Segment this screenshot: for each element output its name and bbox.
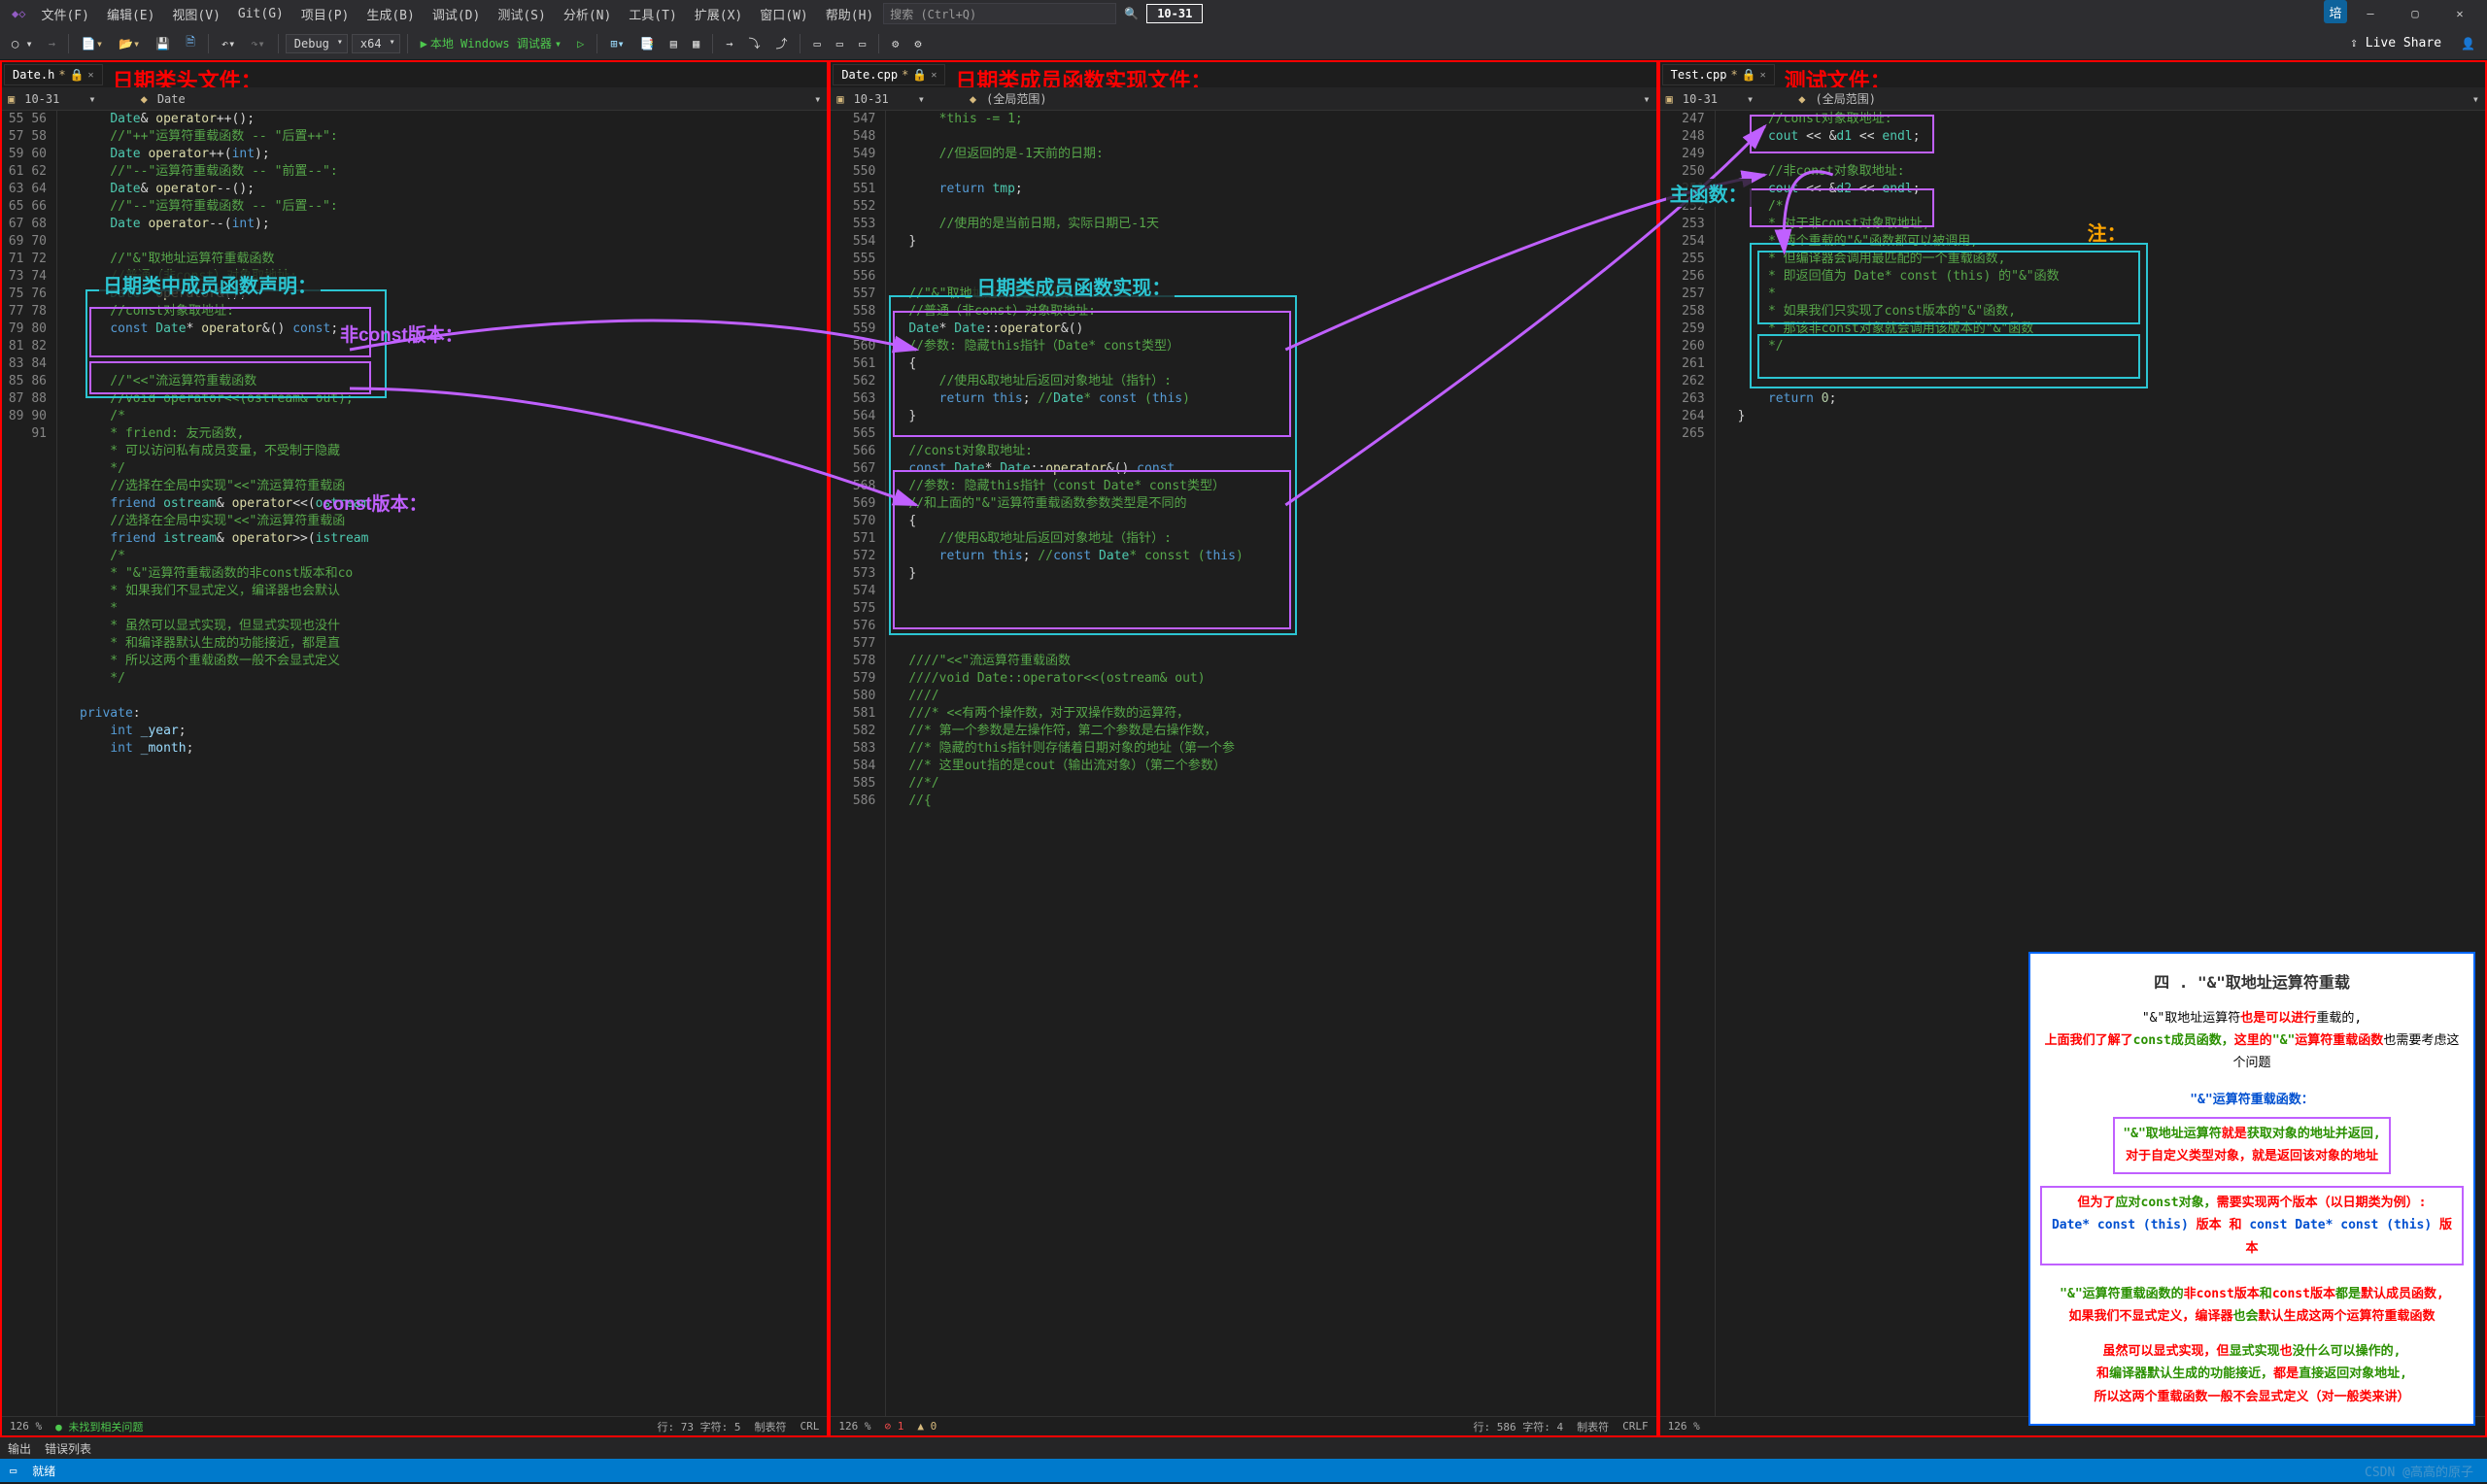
editor-status: 126 % ● 未找到相关问题 行: 73 字符: 5 制表符 CRL <box>2 1416 827 1435</box>
zoom-level[interactable]: 126 % <box>838 1420 870 1433</box>
breadcrumb: ▣10-31 ▾ ◆(全局范围) ▾ <box>831 87 1655 111</box>
crumb-scope[interactable]: (全局范围) <box>1811 90 1879 107</box>
status-bar: ▭ 就绪 <box>0 1459 2487 1482</box>
errorlist-tab[interactable]: 错误列表 <box>45 1440 91 1457</box>
save-icon[interactable]: 💾 <box>150 34 176 53</box>
save-all-icon[interactable]: 🗎 <box>180 30 201 56</box>
menu-item[interactable]: 视图(V) <box>164 1 227 27</box>
crumb-project[interactable]: 10-31 <box>20 92 63 106</box>
line-gutter: 247 248 249 250 251 252 253 254 255 256 … <box>1660 111 1715 1416</box>
search-input[interactable]: 搜索 (Ctrl+Q) <box>883 3 1116 24</box>
admin-icon[interactable]: 👤 <box>2455 34 2481 53</box>
file-tab[interactable]: Test.cpp* 🔒 ✕ <box>1662 64 1775 85</box>
user-badge[interactable]: 培 <box>2324 0 2347 23</box>
date-badge: 10-31 <box>1146 4 1203 23</box>
tb-icon[interactable]: ⚙ <box>908 34 927 53</box>
output-tab[interactable]: 输出 <box>8 1440 31 1457</box>
platform-combo[interactable]: x64 <box>352 34 400 53</box>
close-icon[interactable]: ✕ <box>931 70 937 81</box>
editor-pane: Date.h* 🔒 ✕ 日期类头文件： ▣10-31 ▾ ◆Date ▾ 55 … <box>0 60 829 1437</box>
editor-pane: Test.cpp* 🔒 ✕ 测试文件： ▣10-31 ▾ ◆(全局范围) ▾ 2… <box>1658 60 2487 1437</box>
search-icon[interactable]: 🔍 <box>1118 4 1144 23</box>
close-icon[interactable]: ✕ <box>1760 70 1766 81</box>
file-tab[interactable]: Date.cpp* 🔒 ✕ <box>833 64 945 85</box>
breadcrumb: ▣10-31 ▾ ◆(全局范围) ▾ <box>1660 87 2485 111</box>
close-button[interactable]: ✕ <box>2438 0 2481 27</box>
menubar: ◆◇ 文件(F)编辑(E)视图(V)Git(G)项目(P)生成(B)调试(D)测… <box>0 0 2487 27</box>
editor-pane: Date.cpp* 🔒 ✕ 日期类成员函数实现文件： ▣10-31 ▾ ◆(全局… <box>829 60 1657 1437</box>
annotation-panel: 四 . "&"取地址运算符重载 "&"取地址运算符也是可以进行重载的, 上面我们… <box>2028 952 2475 1426</box>
close-icon[interactable]: ✕ <box>88 70 94 81</box>
toolbar: ◯ ▾ → 📄▾ 📂▾ 💾 🗎 ↶▾ ↷▾ Debug x64 ▶ 本地 Win… <box>0 27 2487 60</box>
tb-icon[interactable]: 📑 <box>634 34 661 53</box>
tb-icon[interactable]: ▭ <box>853 34 871 53</box>
watermark: CSDN @高高的原子 <box>2365 1462 2473 1480</box>
line-gutter: 55 56 57 58 59 60 61 62 63 64 65 66 67 6… <box>2 111 56 1416</box>
menu-item[interactable]: 编辑(E) <box>99 1 162 27</box>
status-ready: 就绪 <box>32 1463 55 1479</box>
editor-area: Date.h* 🔒 ✕ 日期类头文件： ▣10-31 ▾ ◆Date ▾ 55 … <box>0 60 2487 1437</box>
tb-icon[interactable]: ⊞▾ <box>604 34 630 53</box>
zoom-level[interactable]: 126 % <box>10 1420 42 1433</box>
menu-item[interactable]: 分析(N) <box>556 1 619 27</box>
crumb-project[interactable]: 10-31 <box>850 92 893 106</box>
menu-item[interactable]: Git(G) <box>230 3 291 25</box>
undo-icon[interactable]: ↶▾ <box>216 34 241 53</box>
menu-item[interactable]: 项目(P) <box>293 1 357 27</box>
live-share-label: Live Share <box>2366 36 2441 51</box>
vs-logo-icon: ◆◇ <box>6 4 31 23</box>
code-editor[interactable]: 55 56 57 58 59 60 61 62 63 64 65 66 67 6… <box>2 111 827 1416</box>
tb-icon[interactable]: ⚙ <box>886 34 904 53</box>
minimize-button[interactable]: — <box>2349 0 2392 27</box>
menu-item[interactable]: 帮助(H) <box>818 1 881 27</box>
line-gutter: 547 548 549 550 551 552 553 554 555 556 … <box>831 111 885 1416</box>
start-debug-button[interactable]: ▶ 本地 Windows 调试器 ▾ <box>415 32 568 54</box>
debugger-label: 本地 Windows 调试器 <box>430 35 552 51</box>
zoom-level[interactable]: 126 % <box>1668 1420 1700 1433</box>
nav-back-icon[interactable]: ◯ ▾ <box>6 34 39 53</box>
crumb-scope[interactable]: Date <box>153 92 189 106</box>
editor-status: 126 % ⊘ 1▲ 0 行: 586 字符: 4 制表符 CRLF <box>831 1416 1655 1435</box>
tb-icon[interactable]: ▭ <box>807 34 826 53</box>
crumb-project[interactable]: 10-31 <box>1679 92 1721 106</box>
bottom-tabs: 输出 错误列表 <box>0 1437 2487 1459</box>
crumb-scope[interactable]: (全局范围) <box>982 90 1050 107</box>
breadcrumb: ▣10-31 ▾ ◆Date ▾ <box>2 87 827 111</box>
menu-item[interactable]: 扩展(X) <box>687 1 750 27</box>
tb-icon[interactable]: ⤵ <box>742 32 766 54</box>
menu-item[interactable]: 文件(F) <box>33 1 96 27</box>
tb-icon[interactable]: ▦ <box>687 34 705 53</box>
open-icon[interactable]: 📂▾ <box>113 34 146 53</box>
maximize-button[interactable]: ▢ <box>2394 0 2436 27</box>
tb-icon[interactable]: ⤴ <box>769 32 793 54</box>
menu-item[interactable]: 生成(B) <box>358 1 422 27</box>
menu-item[interactable]: 调试(D) <box>425 1 488 27</box>
nav-fwd-icon[interactable]: → <box>43 34 61 53</box>
start-nowdbg-button[interactable]: ▷ <box>571 34 590 53</box>
config-combo[interactable]: Debug <box>286 34 348 53</box>
tb-icon[interactable]: ▤ <box>664 34 683 53</box>
menu-item[interactable]: 测试(S) <box>490 1 553 27</box>
tb-icon[interactable]: ▭ <box>831 34 849 53</box>
redo-icon[interactable]: ↷▾ <box>245 34 270 53</box>
tb-icon[interactable]: → <box>720 34 738 53</box>
menu-item[interactable]: 工具(T) <box>621 1 684 27</box>
note-title: 四 . "&"取地址运算符重载 <box>2040 969 2464 997</box>
file-tab[interactable]: Date.h* 🔒 ✕ <box>4 64 103 85</box>
code-editor[interactable]: 547 548 549 550 551 552 553 554 555 556 … <box>831 111 1655 1416</box>
live-share-button[interactable]: ⇪ Live Share <box>2350 36 2441 51</box>
menu-item[interactable]: 窗口(W) <box>752 1 815 27</box>
new-file-icon[interactable]: 📄▾ <box>76 34 109 53</box>
status-icon: ▭ <box>10 1464 17 1477</box>
